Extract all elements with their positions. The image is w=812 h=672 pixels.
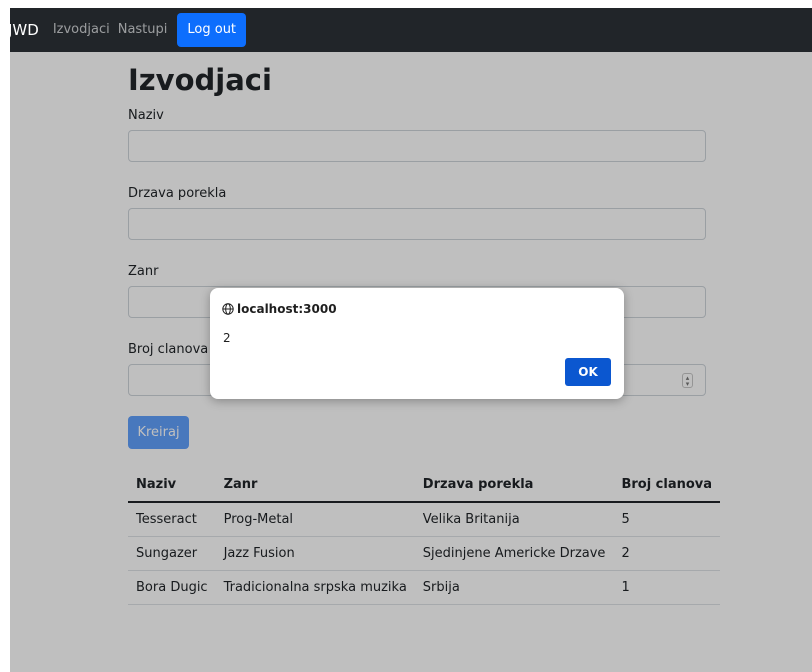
dialog-origin: localhost:3000	[222, 302, 337, 316]
nav-link-izvodjaci[interactable]: Izvodjaci	[53, 8, 110, 52]
ok-button[interactable]: OK	[565, 358, 611, 386]
top-strip	[0, 0, 812, 8]
globe-icon	[222, 303, 234, 315]
navbar-brand[interactable]: JWD	[8, 8, 39, 52]
logout-button[interactable]: Log out	[177, 13, 247, 47]
nav-link-nastupi[interactable]: Nastupi	[118, 8, 168, 52]
page: JWD Izvodjaci Nastupi Log out Izvodjaci …	[0, 0, 812, 672]
dialog-message: 2	[223, 331, 231, 345]
alert-dialog: localhost:3000 2 OK	[210, 288, 624, 399]
navbar: JWD Izvodjaci Nastupi Log out	[8, 8, 812, 52]
dialog-origin-text: localhost:3000	[237, 302, 337, 316]
